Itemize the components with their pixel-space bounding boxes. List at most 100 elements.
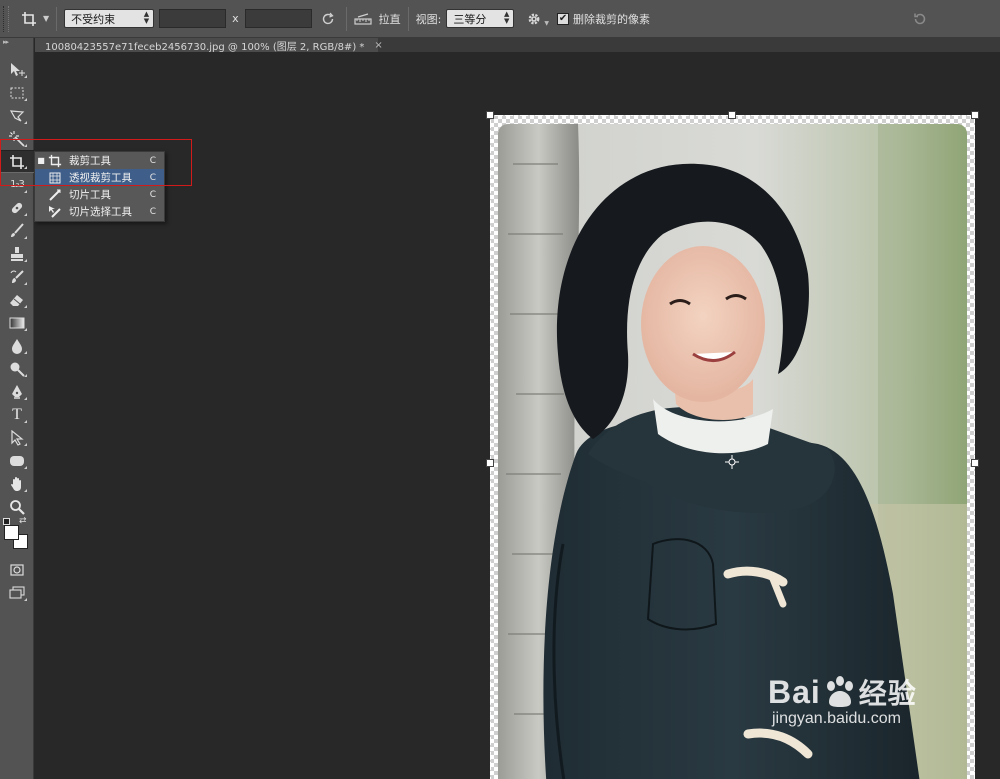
close-icon[interactable]: × [374, 40, 382, 51]
crop-center-crosshair [725, 455, 739, 469]
crop-handle-left[interactable] [486, 459, 494, 467]
crop-handle-right[interactable] [971, 459, 979, 467]
tool-group-indicator [24, 213, 27, 216]
crop-handle-top[interactable] [728, 111, 736, 119]
default-colors-icon[interactable] [3, 518, 10, 525]
tool-group-indicator [24, 351, 27, 354]
tool-group-indicator [24, 598, 27, 601]
menu-item-perspective-crop-tool[interactable]: 透视裁剪工具 C [35, 169, 164, 186]
magic-wand-icon [9, 130, 25, 147]
dodge-tool[interactable] [0, 357, 34, 380]
polygonal-lasso-icon [9, 109, 25, 122]
tool-group-indicator [24, 397, 27, 400]
rounded-rectangle-icon [10, 455, 24, 466]
move-tool[interactable] [0, 58, 34, 81]
crop-icon [47, 154, 63, 168]
brush-tool[interactable] [0, 219, 34, 242]
menu-item-label: 切片选择工具 [69, 206, 132, 218]
delete-cropped-pixels-label: 删除裁剪的像素 [573, 12, 651, 26]
crop-tool[interactable] [0, 150, 34, 173]
menu-item-crop-tool[interactable]: ■ 裁剪工具 C [35, 152, 164, 169]
tool-group-indicator [24, 190, 27, 193]
document-tab[interactable]: 10080423557e71feceb2456730.jpg @ 100% (图… [35, 38, 383, 53]
menu-item-label: 切片工具 [69, 189, 111, 201]
crop-handle-top-right[interactable] [971, 111, 979, 119]
hand-tool[interactable] [0, 472, 34, 495]
select-arrows-icon: ▲ ▼ [143, 10, 150, 25]
crop-handle-top-left[interactable] [486, 111, 494, 119]
ratio-select[interactable]: 不受约束 ▲ ▼ [64, 9, 155, 28]
divider [56, 6, 58, 31]
type-tool[interactable]: T [0, 403, 34, 426]
screen-mode-button[interactable] [0, 581, 34, 604]
gear-icon[interactable] [524, 9, 544, 29]
crop-tools-flyout: ■ 裁剪工具 C 透视裁剪工具 C 切片工具 C 切片选择工具 C [34, 151, 165, 222]
color-swatches: ⇄ [0, 516, 33, 558]
chevron-down-icon: ▼ [43, 14, 50, 23]
magnifier-icon [10, 499, 25, 515]
ratio-select-value: 不受约束 [71, 12, 116, 26]
tools-panel: ▸▸ 1₂3 T ⇄ [0, 38, 34, 779]
tool-group-indicator [24, 443, 27, 446]
history-brush-icon [10, 269, 24, 283]
straighten-label[interactable]: 拉直 [379, 11, 401, 27]
panel-collapse-icon[interactable]: ▸▸ [0, 38, 33, 48]
type-icon: T [12, 405, 22, 423]
marquee-tool[interactable] [0, 81, 34, 104]
foreground-color-swatch[interactable] [4, 525, 19, 540]
options-bar: ▼ 不受约束 ▲ ▼ x 拉直 视图: 三等分 ▲ ▼ ▼ ✔ 删除裁剪的像素 [0, 0, 1000, 38]
screen-mode-icon [9, 585, 25, 599]
menu-item-slice-select-tool[interactable]: 切片选择工具 C [35, 203, 164, 220]
gradient-tool[interactable] [0, 311, 34, 334]
clone-stamp-tool[interactable] [0, 242, 34, 265]
tool-group-indicator [24, 236, 27, 239]
tool-group-indicator [24, 420, 27, 423]
straighten-icon[interactable] [353, 9, 373, 29]
swap-dimensions-icon[interactable] [318, 9, 338, 29]
document-tab-bar: 10080423557e71feceb2456730.jpg @ 100% (图… [35, 38, 1000, 53]
delete-cropped-pixels-checkbox[interactable]: ✔ [557, 12, 570, 25]
magic-wand-tool[interactable] [0, 127, 34, 150]
selected-bullet-icon: ■ [37, 156, 45, 165]
slice-select-icon [47, 205, 63, 219]
menu-item-shortcut: C [149, 206, 156, 217]
baidu-logo: Bai 经验 [768, 672, 917, 712]
crop-height-input[interactable] [244, 9, 312, 28]
healing-brush-tool[interactable] [0, 196, 34, 219]
eyedropper-tool[interactable]: 1₂3 [0, 173, 34, 196]
tool-group-indicator [24, 121, 27, 124]
rectangle-marquee-icon [10, 87, 24, 98]
menu-item-label: 裁剪工具 [69, 155, 111, 167]
history-brush-tool[interactable] [0, 265, 34, 288]
tool-group-indicator [24, 282, 27, 285]
hand-icon [11, 476, 21, 491]
shape-tool[interactable] [0, 449, 34, 472]
tool-preset-picker[interactable]: ▼ [19, 9, 49, 29]
lasso-tool[interactable] [0, 104, 34, 127]
tool-group-indicator [24, 166, 27, 169]
canvas-area[interactable]: Bai 经验 jingyan.baidu.com [35, 52, 1000, 779]
view-overlay-value: 三等分 [453, 12, 487, 26]
menu-item-shortcut: C [149, 155, 156, 166]
swap-colors-icon[interactable]: ⇄ [19, 516, 27, 526]
crop-icon [10, 154, 24, 169]
tool-group-indicator [24, 328, 27, 331]
reset-icon[interactable] [910, 9, 930, 29]
crop-width-input[interactable] [159, 9, 227, 28]
eraser-tool[interactable] [0, 288, 34, 311]
quick-mask-icon [10, 563, 24, 576]
options-grip[interactable] [3, 5, 9, 32]
view-overlay-select[interactable]: 三等分 ▲ ▼ [446, 9, 515, 28]
count-icon: 1₂3 [10, 179, 25, 190]
quick-mask-button[interactable] [0, 558, 34, 581]
blur-tool[interactable] [0, 334, 34, 357]
gear-caret-icon: ▼ [544, 20, 550, 27]
tool-group-indicator [24, 305, 27, 308]
zoom-tool[interactable] [0, 495, 34, 518]
baidu-watermark: Bai 经验 jingyan.baidu.com [768, 672, 917, 728]
pen-tool[interactable] [0, 380, 34, 403]
path-selection-tool[interactable] [0, 426, 34, 449]
menu-item-slice-tool[interactable]: 切片工具 C [35, 186, 164, 203]
divider [407, 6, 409, 31]
baidu-url: jingyan.baidu.com [772, 710, 901, 727]
